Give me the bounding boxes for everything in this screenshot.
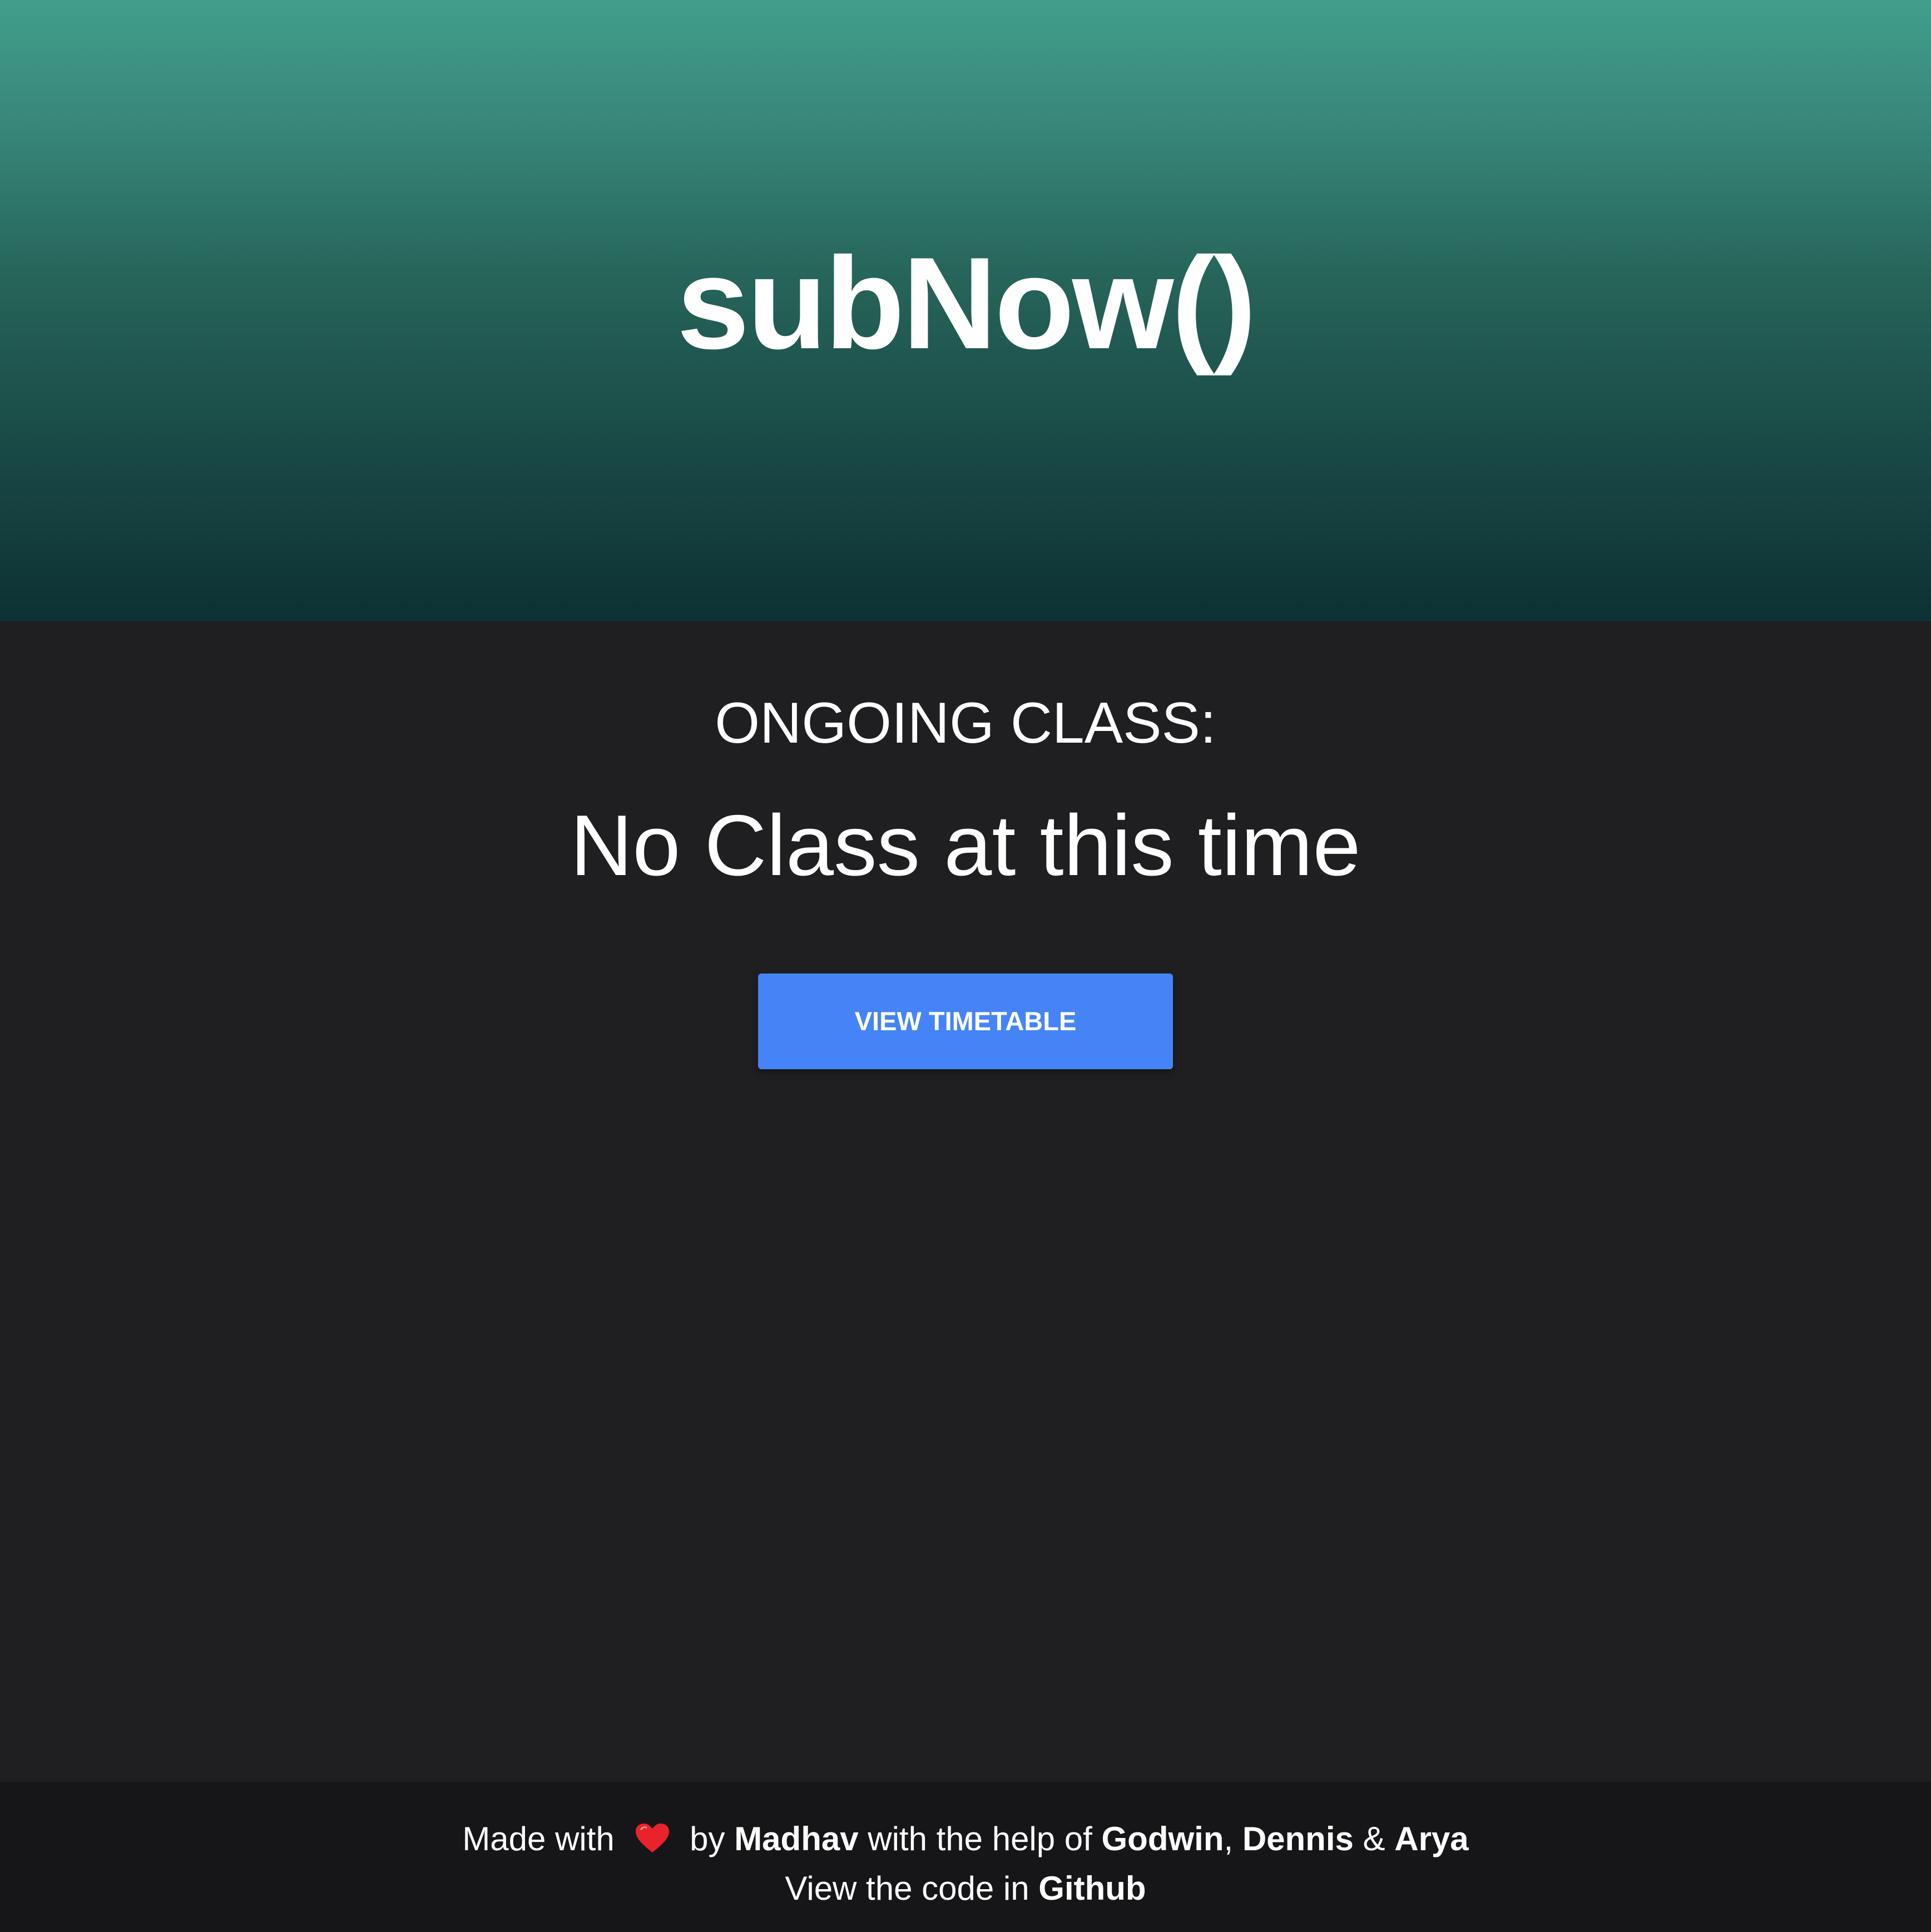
author-name: Madhav (734, 1820, 859, 1857)
by-text: by (690, 1820, 725, 1857)
github-link[interactable]: Github (1038, 1870, 1146, 1907)
footer-code-link-line: View the code in Github (0, 1866, 1931, 1911)
helper-name-dennis: Dennis (1242, 1820, 1354, 1857)
footer-credits: Made with by Madhav with the help of God… (0, 1817, 1931, 1861)
ongoing-class-label: ONGOING CLASS: (715, 691, 1216, 755)
heart-icon (636, 1824, 670, 1852)
page: subNow() ONGOING CLASS: No Class at this… (0, 0, 1931, 1932)
ongoing-class-status: No Class at this time (570, 797, 1361, 893)
helper-name-arya: Arya (1394, 1820, 1469, 1857)
comma-separator: , (1224, 1820, 1234, 1857)
help-text: with the help of (868, 1820, 1092, 1857)
helper-name-godwin: Godwin (1101, 1820, 1224, 1857)
ampersand-separator: & (1363, 1820, 1385, 1857)
view-timetable-button[interactable]: VIEW TIMETABLE (758, 974, 1173, 1069)
code-text: View the code in (785, 1870, 1029, 1907)
made-with-text: Made with (462, 1820, 615, 1857)
brand-title: subNow() (676, 230, 1256, 376)
